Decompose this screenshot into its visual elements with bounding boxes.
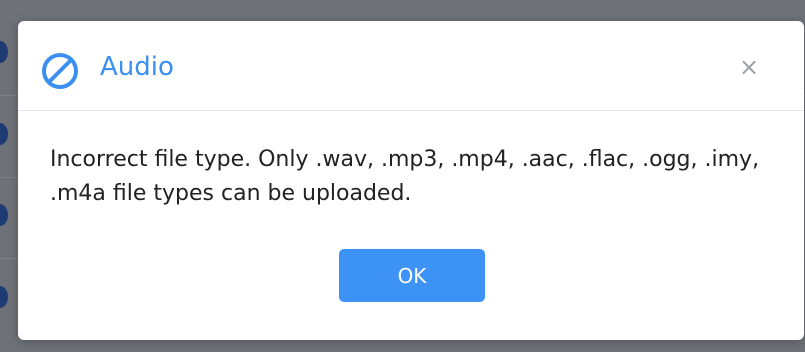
dialog-header: Audio × (18, 21, 804, 111)
dialog-message: Incorrect file type. Only .wav, .mp3, .m… (50, 147, 760, 206)
close-button[interactable]: × (734, 51, 764, 83)
ok-button[interactable]: OK (339, 249, 485, 302)
error-dialog: Audio × Incorrect file type. Only .wav, … (18, 21, 804, 340)
forbidden-icon (40, 51, 80, 91)
background-avatar-icon (0, 41, 8, 63)
background-avatar-icon (0, 204, 8, 226)
dialog-title: Audio (100, 52, 174, 82)
background-avatar-icon (0, 123, 8, 145)
background-avatar-icon (0, 286, 8, 308)
